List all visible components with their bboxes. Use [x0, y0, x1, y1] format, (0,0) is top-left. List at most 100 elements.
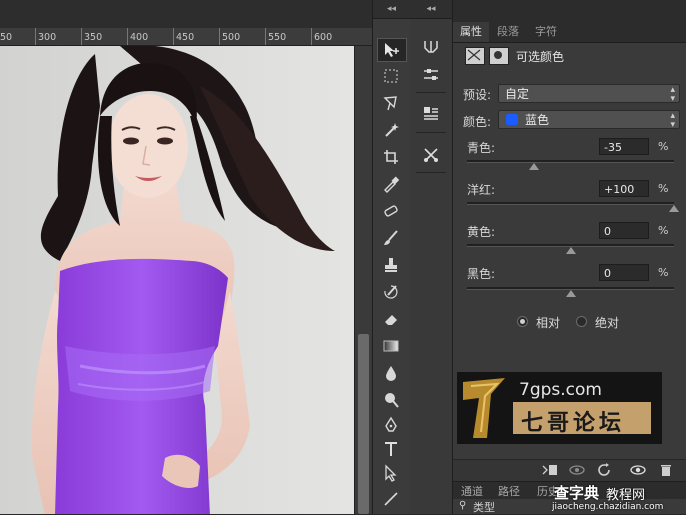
magenta-slider-track[interactable] [467, 202, 674, 205]
document-canvas[interactable] [0, 46, 354, 514]
tab-paths[interactable]: 路径 [498, 483, 520, 499]
banner-title: 七哥论坛 [521, 410, 626, 436]
brush-tool-icon[interactable] [377, 227, 405, 249]
tab-paragraph[interactable]: 段落 [490, 22, 526, 42]
dock-collapse-button[interactable]: ◂◂ [410, 0, 452, 19]
ruler-mark [35, 28, 36, 45]
gradient-tool-icon[interactable] [377, 335, 405, 357]
select-arrows-icon: ▴ ▾ [670, 85, 675, 104]
tab-properties[interactable]: 属性 [453, 22, 489, 42]
colors-select[interactable]: 蓝色 ▴ ▾ [498, 110, 680, 130]
crop-tool-icon[interactable] [377, 146, 405, 168]
brush-presets-panel-icon[interactable] [418, 62, 444, 88]
watermark-title: 查字典 [554, 484, 600, 502]
select-arrows-icon: ▴ ▾ [670, 111, 675, 130]
ruler-tick: 600 [314, 32, 333, 43]
type-tool-icon[interactable] [377, 438, 405, 460]
yellow-value-input[interactable]: 0 [599, 222, 649, 239]
ruler-mark [265, 28, 266, 45]
magenta-label: 洋红: [467, 183, 496, 197]
lasso-tool-icon[interactable] [377, 92, 405, 114]
cyan-slider-track[interactable] [467, 160, 674, 163]
move-tool-icon[interactable] [377, 38, 407, 62]
ruler-tick: 50 [0, 32, 13, 43]
yellow-label: 黄色: [467, 225, 496, 239]
path-selection-tool-icon[interactable] [377, 462, 405, 484]
color-swatch [506, 114, 518, 125]
filter-type-select[interactable]: 类型 [473, 499, 495, 515]
marquee-tool-icon[interactable] [377, 65, 405, 87]
delete-adjustment-icon[interactable] [659, 463, 673, 480]
line-tool-icon[interactable] [377, 488, 405, 510]
panel-dock-strip: ◂◂ [410, 0, 453, 514]
ruler-mark [311, 28, 312, 45]
dodge-tool-icon[interactable] [377, 389, 405, 411]
canvas-vertical-scrollbar[interactable] [354, 46, 373, 514]
toggle-visibility-icon[interactable] [629, 463, 647, 480]
relative-label: 相对 [536, 316, 561, 330]
magenta-slider-knob[interactable] [669, 205, 679, 212]
panel-title-strip [453, 0, 686, 22]
tool-presets-panel-icon[interactable] [418, 142, 444, 168]
eyedropper-tool-icon[interactable] [377, 173, 405, 195]
preset-select-value: 自定 [505, 87, 530, 101]
healing-brush-tool-icon[interactable] [377, 200, 405, 222]
ruler-mark [173, 28, 174, 45]
yellow-unit: % [658, 224, 669, 237]
black-slider-knob[interactable] [565, 290, 576, 297]
cyan-label: 青色: [467, 141, 496, 155]
black-value-input[interactable]: 0 [599, 264, 649, 281]
clone-source-panel-icon[interactable] [418, 100, 444, 126]
ruler-tick: 550 [268, 32, 287, 43]
magic-wand-tool-icon[interactable] [377, 119, 405, 141]
cyan-value-input[interactable]: -35 [599, 138, 649, 155]
magenta-unit: % [658, 182, 669, 195]
document-tab-bar [0, 0, 372, 28]
banner-url: 7gps.com [519, 380, 602, 400]
ruler-mark [219, 28, 220, 45]
blur-tool-icon[interactable] [377, 362, 405, 384]
tools-panel: ◂◂ [372, 0, 411, 514]
properties-bottom-bar [453, 459, 686, 482]
cyan-slider-knob[interactable] [529, 163, 540, 170]
ruler-tick: 400 [130, 32, 149, 43]
forum-logo-banner: 7gps.com 七哥论坛 [457, 372, 662, 444]
adjustments-panel-icon[interactable] [418, 34, 444, 60]
photo-woman-purple-dress [0, 46, 354, 514]
relative-radio[interactable] [517, 316, 528, 327]
cyan-unit: % [658, 140, 669, 153]
scrollbar-thumb[interactable] [358, 334, 369, 514]
black-unit: % [658, 266, 669, 279]
yellow-slider-knob[interactable] [565, 247, 576, 254]
ruler-tick: 450 [176, 32, 195, 43]
pen-tool-icon[interactable] [377, 414, 405, 436]
preset-label: 预设: [463, 88, 492, 102]
tab-channels[interactable]: 通道 [461, 483, 483, 499]
black-label: 黑色: [467, 267, 496, 281]
clip-to-layer-icon[interactable] [541, 463, 559, 480]
colors-label: 颜色: [463, 115, 492, 129]
watermark-url: jiaocheng.chazidian.com [552, 502, 664, 512]
properties-tab-bar: 属性 段落 字符 [453, 22, 686, 43]
absolute-label: 绝对 [595, 316, 620, 330]
eraser-tool-icon[interactable] [377, 308, 405, 330]
search-icon[interactable]: ⚲ [459, 500, 466, 511]
ruler-mark [127, 28, 128, 45]
ruler-mark [81, 28, 82, 45]
history-brush-tool-icon[interactable] [377, 281, 405, 303]
tools-collapse-button[interactable]: ◂◂ [373, 0, 410, 19]
stamp-tool-icon[interactable] [377, 254, 405, 276]
adjustment-layer-icon [465, 47, 485, 65]
properties-panel: 属性 段落 字符 可选颜色 预设: 自定 ▴ ▾ 颜色: 蓝色 ▴ ▾ 青色: -3… [453, 0, 686, 514]
magenta-value-input[interactable]: +100 [599, 180, 649, 197]
view-previous-state-icon[interactable] [568, 463, 586, 480]
absolute-radio[interactable] [576, 316, 587, 327]
layer-mask-icon[interactable] [489, 47, 509, 65]
preset-select[interactable]: 自定 ▴ ▾ [498, 84, 680, 104]
dock-separator [416, 172, 446, 173]
reset-adjustment-icon[interactable] [597, 463, 613, 480]
ruler-tick: 300 [38, 32, 57, 43]
dock-separator [416, 132, 446, 133]
horizontal-ruler: 50 300 350 400 450 500 550 600 [0, 28, 372, 46]
tab-character[interactable]: 字符 [528, 22, 564, 42]
